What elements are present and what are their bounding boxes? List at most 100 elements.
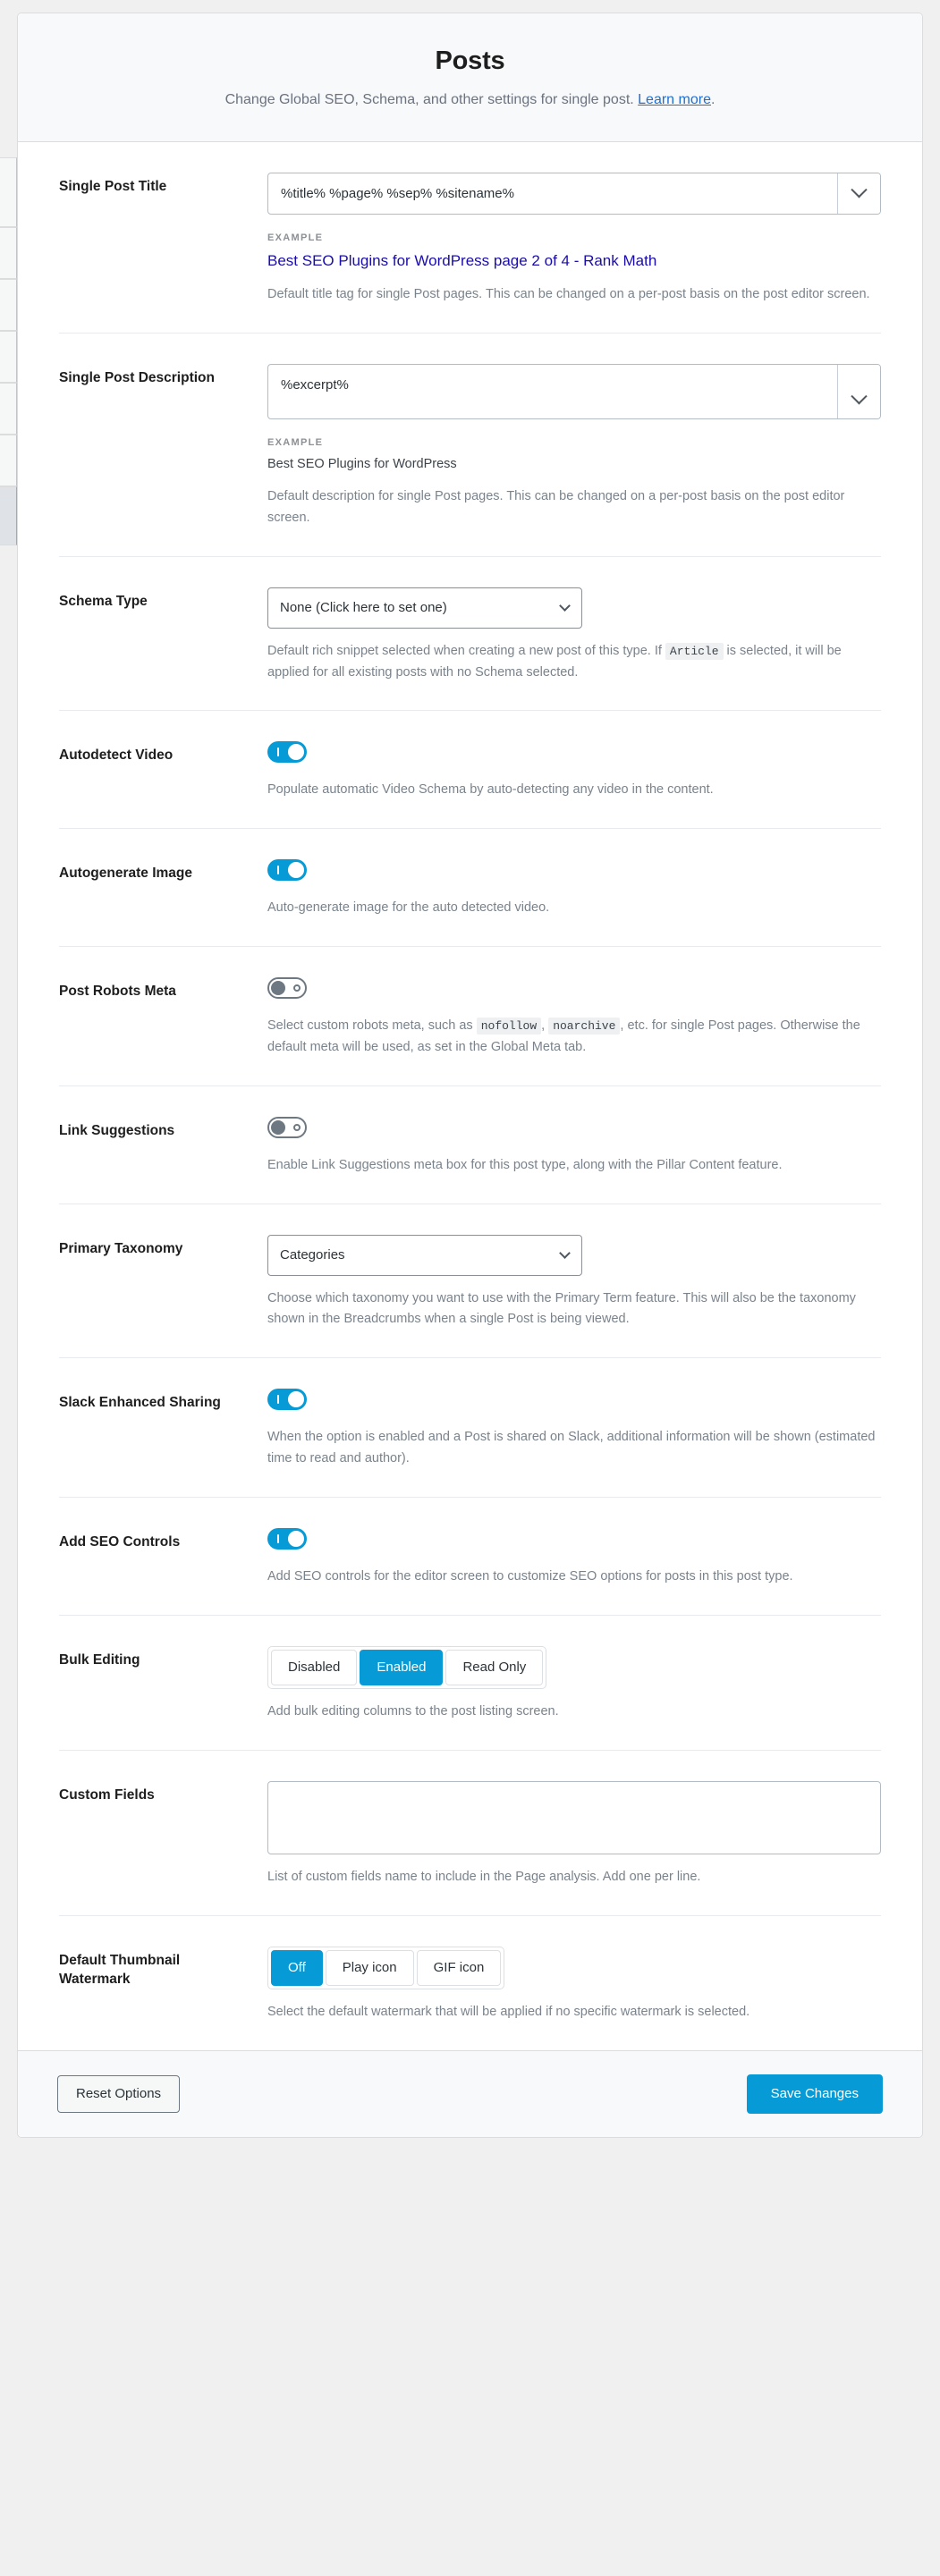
setting-help: Default rich snippet selected when creat… <box>267 641 881 684</box>
setting-row-add-seo-controls: Add SEO Controls Add SEO controls for th… <box>59 1498 881 1617</box>
toggle-knob <box>288 862 304 879</box>
post-robots-meta-toggle[interactable] <box>267 977 307 1000</box>
toggle-knob <box>288 1391 304 1408</box>
reset-options-button[interactable]: Reset Options <box>57 2074 181 2113</box>
setting-label: Custom Fields <box>59 1787 155 1803</box>
setting-row-custom-fields: Custom Fields List of custom fields name… <box>59 1751 881 1917</box>
setting-control: Categories Choose which taxonomy you wan… <box>267 1235 881 1330</box>
chevron-down-icon <box>851 387 868 404</box>
add-seo-controls-toggle[interactable] <box>267 1528 307 1550</box>
variables-dropdown-button[interactable] <box>837 173 880 214</box>
setting-help: Populate automatic Video Schema by auto-… <box>267 782 714 798</box>
toggle-bar-icon <box>277 1395 279 1405</box>
example-serp-title: Best SEO Plugins for WordPress page 2 of… <box>267 251 657 269</box>
toggle-ring-icon <box>293 984 301 992</box>
setting-control: When the option is enabled and a Post is… <box>267 1389 881 1470</box>
sidebar-item-stub[interactable] <box>0 383 17 435</box>
setting-label: Autodetect Video <box>59 747 174 764</box>
custom-fields-textarea[interactable] <box>267 1781 881 1855</box>
subtitle-text: Change Global SEO, Schema, and other set… <box>224 91 639 107</box>
setting-label: Add SEO Controls <box>59 1534 181 1550</box>
learn-more-link[interactable]: Learn more <box>638 92 711 107</box>
setting-row-link-suggestions: Link Suggestions Enable Link Suggestions… <box>59 1086 881 1205</box>
watermark-option-play-icon[interactable]: Play icon <box>325 1950 414 1987</box>
setting-label: Autogenerate Image <box>59 866 193 882</box>
setting-row-bulk-editing: Bulk Editing Disabled Enabled Read Only … <box>59 1616 881 1752</box>
setting-label: Single Post Title <box>59 178 167 194</box>
single-post-description-input[interactable]: %excerpt% <box>268 365 837 418</box>
setting-help: Add SEO controls for the editor screen t… <box>267 1569 793 1584</box>
settings-list: Single Post Title %title% %page% %sep% %… <box>18 142 922 2050</box>
setting-label: Slack Enhanced Sharing <box>59 1395 221 1411</box>
chevron-down-icon <box>851 181 868 198</box>
setting-help: Select the default watermark that will b… <box>267 2005 750 2020</box>
setting-control: Select custom robots meta, such as nofol… <box>267 977 881 1059</box>
subtitle-period: . <box>710 91 716 107</box>
toggle-knob <box>271 1120 285 1136</box>
primary-taxonomy-selected-value[interactable]: Categories <box>267 1235 582 1276</box>
autodetect-video-toggle[interactable] <box>267 741 307 764</box>
single-post-title-input[interactable]: %title% %page% %sep% %sitename% <box>268 173 837 214</box>
setting-control: Off Play icon GIF icon Select the defaul… <box>267 1947 881 2023</box>
setting-label: Post Robots Meta <box>59 984 176 1000</box>
setting-label: Single Post Description <box>59 369 215 385</box>
bulk-editing-option-enabled[interactable]: Enabled <box>360 1650 444 1686</box>
save-changes-button[interactable]: Save Changes <box>746 2073 883 2114</box>
sidebar-item-stub-active[interactable] <box>0 486 17 545</box>
autogenerate-image-toggle[interactable] <box>267 859 307 882</box>
toggle-knob <box>288 744 304 761</box>
single-post-title-field[interactable]: %title% %page% %sep% %sitename% <box>267 172 881 215</box>
toggle-ring-icon <box>293 1124 301 1132</box>
variables-dropdown-button[interactable] <box>837 364 880 418</box>
schema-type-selected-value[interactable]: None (Click here to set one) <box>267 587 582 629</box>
example-label: EXAMPLE <box>267 436 324 448</box>
link-suggestions-toggle[interactable] <box>267 1117 307 1139</box>
bulk-editing-option-read-only[interactable]: Read Only <box>445 1650 544 1686</box>
setting-help: Enable Link Suggestions meta box for thi… <box>267 1158 783 1173</box>
setting-row-autodetect-video: Autodetect Video Populate automatic Vide… <box>59 711 881 830</box>
card-header: Posts Change Global SEO, Schema, and oth… <box>18 13 922 142</box>
setting-row-autogenerate-image: Autogenerate Image Auto-generate image f… <box>59 829 881 948</box>
help-text-part: Default rich snippet selected when creat… <box>267 643 665 658</box>
sidebar-item-stub[interactable] <box>0 227 17 279</box>
page-subtitle: Change Global SEO, Schema, and other set… <box>36 89 904 111</box>
single-post-description-field[interactable]: %excerpt% <box>267 363 881 419</box>
setting-row-slack-enhanced-sharing: Slack Enhanced Sharing When the option i… <box>59 1358 881 1499</box>
setting-help: List of custom fields name to include in… <box>267 1870 701 1885</box>
primary-taxonomy-select[interactable]: Categories <box>267 1235 582 1276</box>
setting-row-post-robots-meta: Post Robots Meta Select custom robots me… <box>59 947 881 1087</box>
toggle-bar-icon <box>277 747 279 757</box>
setting-label: Primary Taxonomy <box>59 1241 183 1257</box>
setting-row-primary-taxonomy: Primary Taxonomy Categories Choose which… <box>59 1204 881 1359</box>
card-footer: Reset Options Save Changes <box>18 2049 922 2137</box>
setting-control: Populate automatic Video Schema by auto-… <box>267 741 881 801</box>
watermark-option-off[interactable]: Off <box>271 1950 323 1987</box>
example-serp-description: Best SEO Plugins for WordPress <box>267 456 457 471</box>
bulk-editing-button-group: Disabled Enabled Read Only <box>267 1646 547 1690</box>
sidebar-item-stub[interactable] <box>0 435 17 486</box>
example-label: EXAMPLE <box>267 232 324 243</box>
setting-control: None (Click here to set one) Default ric… <box>267 587 881 683</box>
sidebar-item-stub[interactable] <box>0 279 17 331</box>
setting-control: %title% %page% %sep% %sitename% EXAMPLE … <box>267 172 881 306</box>
toggle-knob <box>271 981 285 996</box>
watermark-button-group: Off Play icon GIF icon <box>267 1947 505 1990</box>
page-title: Posts <box>435 46 505 75</box>
sidebar-item-stub[interactable] <box>0 331 17 383</box>
setting-help: Choose which taxonomy you want to use wi… <box>267 1290 856 1327</box>
setting-label: Bulk Editing <box>59 1652 140 1668</box>
sidebar-item-stub[interactable] <box>0 157 17 227</box>
wp-admin-sidebar <box>0 157 17 1856</box>
bulk-editing-option-disabled[interactable]: Disabled <box>271 1650 358 1686</box>
help-code-noarchive: noarchive <box>548 1018 621 1035</box>
setting-control: List of custom fields name to include in… <box>267 1781 881 1888</box>
setting-label: Link Suggestions <box>59 1123 175 1139</box>
setting-help: When the option is enabled and a Post is… <box>267 1430 876 1466</box>
schema-type-select[interactable]: None (Click here to set one) <box>267 587 582 629</box>
setting-row-single-post-title: Single Post Title %title% %page% %sep% %… <box>59 142 881 334</box>
slack-enhanced-sharing-toggle[interactable] <box>267 1389 307 1411</box>
setting-control: %excerpt% EXAMPLE Best SEO Plugins for W… <box>267 363 881 530</box>
watermark-option-gif-icon[interactable]: GIF icon <box>416 1950 502 1987</box>
setting-label: Default Thumbnail Watermark <box>59 1953 181 1987</box>
setting-control: Add SEO controls for the editor screen t… <box>267 1528 881 1588</box>
